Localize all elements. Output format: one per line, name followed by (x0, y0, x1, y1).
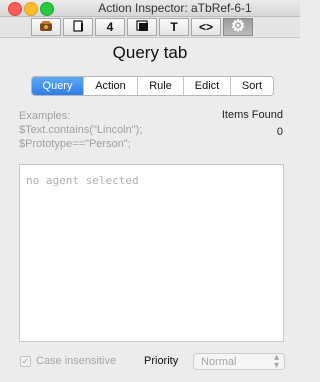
zoom-window-button[interactable] (40, 2, 54, 16)
tab-sort[interactable]: Sort (231, 77, 273, 95)
tab-query[interactable]: Query (32, 77, 84, 95)
code-inspector-tab[interactable]: <> (191, 18, 221, 36)
segmented-tabs: Query Action Rule Edict Sort (31, 76, 274, 96)
action-inspector-tab[interactable]: ⚙ (223, 18, 253, 36)
query-options-bar: ✓ Case insensitive Priority Normal ▴ ▾ (0, 353, 300, 371)
color-palette-icon (39, 20, 53, 35)
text-icon: T (170, 20, 178, 34)
document-icon (72, 19, 84, 35)
chevron-updown-icon: ▴ ▾ (273, 352, 279, 371)
query-examples: Examples: $Text.contains("Lincoln"); $Pr… (19, 109, 142, 151)
inspector-toolbar: 4 T <> ⚙ (0, 17, 300, 38)
date-inspector-tab[interactable]: 4 (95, 18, 125, 36)
priority-value: Normal (201, 356, 237, 368)
minimize-window-button[interactable] (24, 2, 38, 16)
items-found-count: 0 (276, 126, 283, 138)
case-insensitive-label: Case insensitive (36, 355, 117, 367)
tab-action[interactable]: Action (84, 77, 138, 95)
text-format-inspector-tab[interactable]: T (159, 18, 189, 36)
example-line: $Prototype=="Person"; (19, 138, 131, 150)
tab-edict[interactable]: Edict (184, 77, 231, 95)
window-title: Action Inspector: aTbRef-6-1 (98, 1, 252, 15)
query-placeholder: no agent selected (26, 174, 139, 187)
case-insensitive-checkbox[interactable]: ✓ (20, 356, 31, 367)
query-text-area[interactable]: no agent selected (19, 164, 284, 342)
color-inspector-tab[interactable] (31, 18, 61, 36)
tab-rule[interactable]: Rule (138, 77, 184, 95)
close-window-button[interactable] (8, 2, 22, 16)
page-title: Query tab (112, 43, 188, 62)
examples-title: Examples: (19, 110, 71, 122)
title-bar: Action Inspector: aTbRef-6-1 (0, 0, 300, 17)
example-line: $Text.contains("Lincoln"); (19, 124, 143, 136)
text-inspector-tab[interactable] (63, 18, 93, 36)
code-icon: <> (198, 20, 213, 34)
window-icon (135, 19, 149, 35)
items-found-label: Items Found (221, 109, 283, 121)
calendar-icon: 4 (106, 20, 114, 34)
appearance-inspector-tab[interactable] (127, 18, 157, 36)
priority-label: Priority (144, 355, 179, 367)
gear-icon: ⚙ (230, 18, 246, 35)
priority-select[interactable]: Normal ▴ ▾ (193, 352, 285, 371)
